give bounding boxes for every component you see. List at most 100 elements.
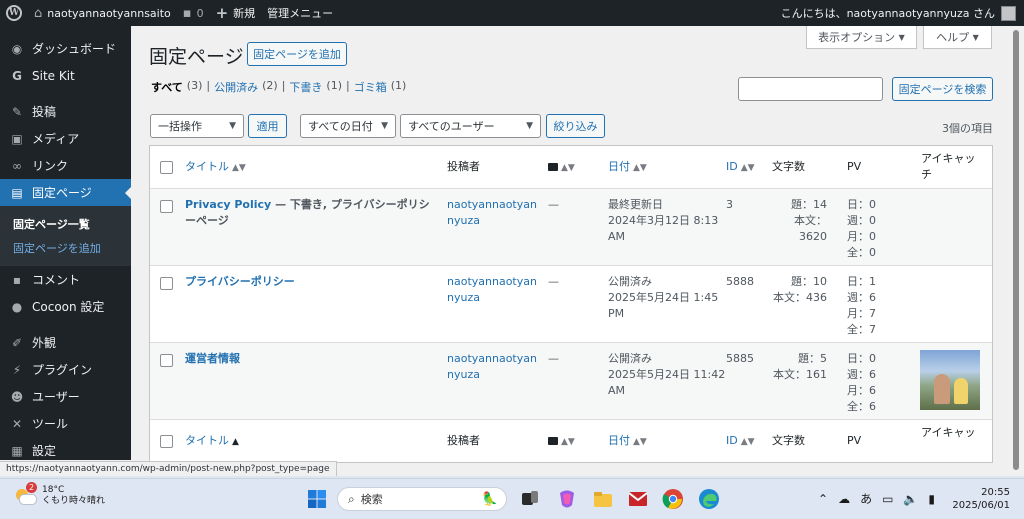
id-cell: 5885 — [726, 352, 754, 365]
task-view-icon[interactable] — [518, 487, 542, 511]
menu-plugins[interactable]: ⚡ プラグイン — [0, 356, 131, 383]
select-all-checkbox[interactable] — [160, 161, 173, 174]
comment-count: — — [548, 198, 559, 211]
taskbar-search-box[interactable]: ⌕ 検索 🦜 — [337, 487, 507, 511]
page-title-cell: Privacy Policy — 下書き, プライバシーポリシーページ — [185, 197, 430, 229]
submenu-add-page[interactable]: 固定ページを追加 — [0, 236, 131, 260]
menu-appearance[interactable]: ✐ 外観 — [0, 329, 131, 356]
submenu-all-pages[interactable]: 固定ページ一覧 — [0, 212, 131, 236]
add-page-button[interactable]: 固定ページを追加 — [247, 42, 347, 66]
menu-posts[interactable]: ✎ 投稿 — [0, 98, 131, 125]
avatar — [1001, 5, 1016, 21]
filter-button[interactable]: 絞り込み — [546, 114, 605, 138]
author-link[interactable]: naotyannaotyan nyuza — [447, 197, 537, 229]
my-account[interactable]: こんにちは、naotyannaotyannyuza さん — [781, 0, 1016, 26]
chevron-up-icon[interactable]: ⌃ — [818, 492, 828, 506]
author-link[interactable]: naotyannaotyan nyuza — [447, 351, 537, 383]
menu-comments[interactable]: ▪ コメント — [0, 266, 131, 293]
battery-icon[interactable]: ▮ — [928, 492, 935, 506]
menu-tools[interactable]: ✕ ツール — [0, 410, 131, 437]
column-title-header[interactable]: タイトル ▲ — [185, 433, 239, 450]
apply-button[interactable]: 適用 — [248, 114, 287, 138]
plugin-icon: ⚡ — [12, 362, 22, 377]
edge-browser-icon[interactable] — [697, 487, 721, 511]
page-title-cell: 運営者情報 — [185, 351, 430, 367]
comment-bubble-icon — [548, 437, 558, 445]
column-comments-header[interactable]: ▲▼ — [548, 433, 575, 450]
filter-trash[interactable]: ゴミ箱 — [354, 79, 387, 95]
wrench-icon: ✕ — [11, 416, 23, 431]
search-input[interactable] — [738, 77, 883, 101]
help-button[interactable]: ヘルプ ▼ — [923, 26, 992, 49]
ime-indicator[interactable]: あ — [860, 490, 872, 507]
speaker-icon[interactable]: 🔈 — [903, 492, 918, 506]
weather-widget[interactable]: 2 18°C くもり時々晴れ — [14, 482, 105, 507]
date-filter-select[interactable]: すべての日付 ▼ — [300, 114, 396, 138]
page-title-link[interactable]: Privacy Policy — [185, 198, 271, 211]
page-title-link[interactable]: 運営者情報 — [185, 352, 240, 365]
dashboard-icon: ◉ — [11, 41, 23, 56]
chevron-down-icon: ▼ — [229, 121, 236, 131]
column-title-header[interactable]: タイトル ▲▼ — [185, 159, 246, 176]
filter-published[interactable]: 公開済み — [214, 79, 258, 95]
mail-icon[interactable] — [626, 487, 650, 511]
char-count-cell: 題：10 本文：436 — [773, 275, 827, 304]
column-author-header: 投稿者 — [447, 160, 480, 173]
menu-settings[interactable]: ▦ 設定 — [0, 437, 131, 464]
menu-users[interactable]: ☻ ユーザー — [0, 383, 131, 410]
site-name-link[interactable]: ⌂ naotyannaotyannsaito — [34, 7, 171, 20]
row-checkbox[interactable] — [160, 354, 173, 367]
column-date-header[interactable]: 日付 ▲▼ — [608, 159, 647, 176]
column-id-header[interactable]: ID ▲▼ — [726, 159, 755, 176]
figure-doll — [954, 378, 968, 404]
menu-site-kit[interactable]: G Site Kit — [0, 62, 131, 89]
author-link[interactable]: naotyannaotyan nyuza — [447, 274, 537, 306]
windows-start-icon[interactable] — [305, 487, 329, 511]
menu-media[interactable]: ▣ メディア — [0, 125, 131, 152]
comment-count: — — [548, 352, 559, 365]
cloud-icon[interactable]: ☁ — [838, 492, 850, 506]
taskbar-clock[interactable]: 20:55 2025/06/01 — [952, 486, 1010, 512]
wordpress-logo-icon[interactable]: W — [6, 5, 22, 21]
scrollbar-thumb[interactable] — [1013, 30, 1019, 470]
link-icon: ∞ — [12, 158, 22, 173]
sort-icon: ▲▼ — [232, 163, 246, 173]
manage-menu-link[interactable]: 管理メニュー — [267, 5, 333, 21]
new-content-link[interactable]: + 新規 — [216, 5, 256, 21]
link-status-bar: https://naotyannaotyann.com/wp-admin/pos… — [0, 461, 337, 477]
column-id-header[interactable]: ID ▲▼ — [726, 433, 755, 450]
filter-draft[interactable]: 下書き — [289, 79, 322, 95]
row-checkbox[interactable] — [160, 200, 173, 213]
date-cell: 公開済み 2025年5月24日 1:45 PM — [608, 275, 719, 320]
screen-options-button[interactable]: 表示オプション ▼ — [806, 26, 917, 49]
filter-all[interactable]: すべて — [151, 79, 183, 95]
page-title-link[interactable]: プライバシーポリシー — [185, 275, 295, 288]
copilot-icon[interactable] — [555, 487, 579, 511]
bulk-action-select[interactable]: 一括操作 ▼ — [150, 114, 244, 138]
menu-links[interactable]: ∞ リンク — [0, 152, 131, 179]
pv-cell: 日：0 週：6 月：6 全：6 — [847, 352, 876, 413]
media-icon: ▣ — [11, 131, 23, 146]
google-g-icon: G — [12, 68, 22, 83]
select-all-checkbox[interactable] — [160, 435, 173, 448]
column-comments-header[interactable]: ▲▼ — [548, 159, 575, 176]
pin-icon: ✎ — [11, 104, 23, 119]
menu-dashboard[interactable]: ◉ ダッシュボード — [0, 35, 131, 62]
menu-cocoon-settings[interactable]: ● Cocoon 設定 — [0, 293, 131, 320]
column-date-header[interactable]: 日付 ▲▼ — [608, 433, 647, 450]
search-pages-button[interactable]: 固定ページを検索 — [892, 77, 993, 101]
chrome-icon[interactable] — [661, 487, 685, 511]
file-explorer-icon[interactable] — [591, 487, 615, 511]
row-checkbox[interactable] — [160, 277, 173, 290]
page-scrollbar[interactable] — [1008, 26, 1024, 478]
comments-link[interactable]: ▪ 0 — [183, 7, 204, 20]
menu-pages[interactable]: ▤ 固定ページ — [0, 179, 131, 206]
date-cell: 公開済み 2025年5月24日 11:42 AM — [608, 352, 726, 397]
user-icon: ☻ — [10, 389, 24, 404]
user-filter-select[interactable]: すべてのユーザー ▼ — [400, 114, 541, 138]
display-icon[interactable]: ▭ — [882, 492, 893, 506]
pages-submenu: 固定ページ一覧 固定ページを追加 — [0, 206, 131, 266]
sort-icon: ▲▼ — [561, 437, 575, 447]
caret-down-icon: ▼ — [972, 32, 979, 42]
column-pv-header: PV — [847, 434, 862, 447]
